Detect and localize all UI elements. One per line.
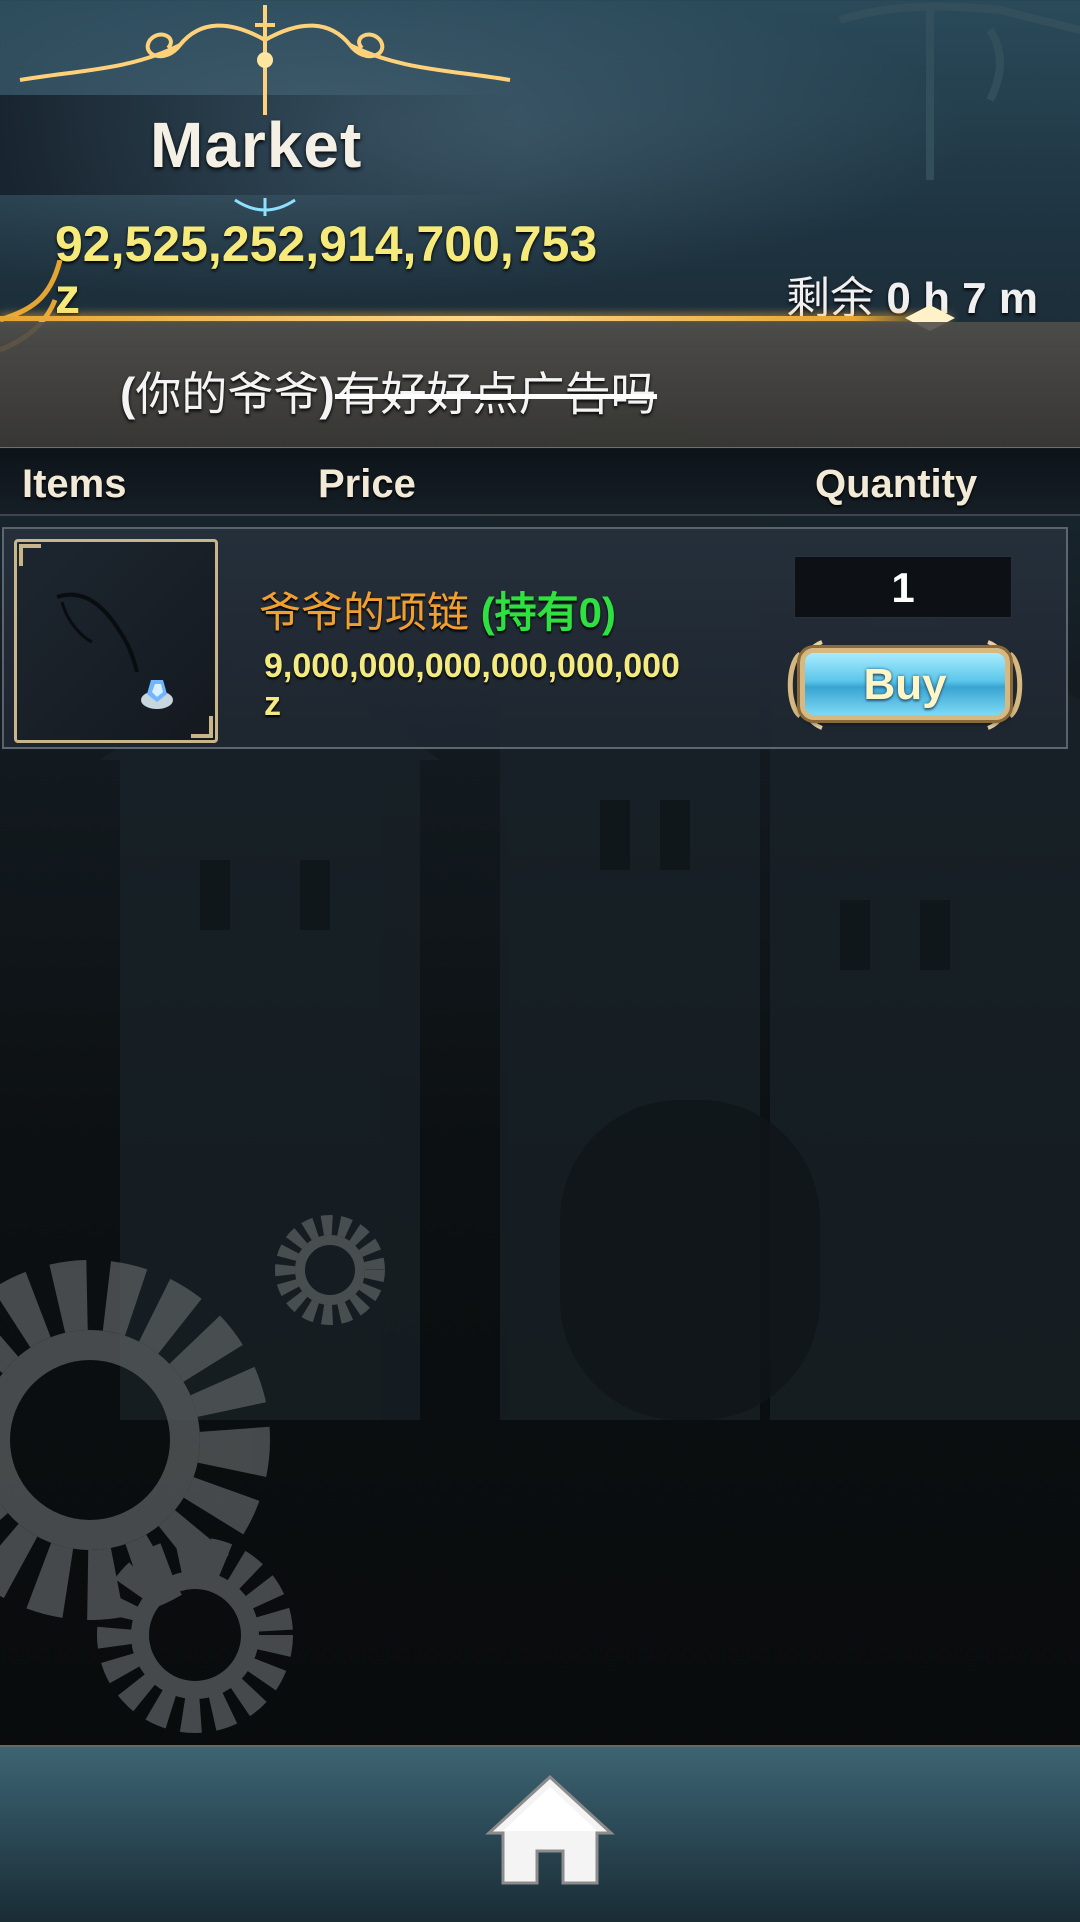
notice-struck: 有好好点广告吗: [334, 368, 657, 420]
notice-normal: 你的爷爷: [135, 368, 320, 420]
column-headers: Items Price Quantity: [0, 448, 1080, 516]
item-thumbnail[interactable]: [14, 539, 218, 743]
quantity-input[interactable]: 1: [794, 556, 1012, 618]
notice-open-paren: (: [120, 368, 136, 420]
home-icon[interactable]: [485, 1773, 615, 1888]
column-items: Items: [22, 462, 127, 506]
page-title: Market: [150, 109, 363, 181]
thumb-corner-icon: [19, 544, 41, 566]
item-row: 爷爷的项链 (持有0) 9,000,000,000,000,000,000 z …: [2, 527, 1068, 749]
currency-balance: 92,525,252,914,700,753 z: [55, 218, 655, 322]
buy-button[interactable]: Buy: [782, 634, 1028, 736]
header-divider: [0, 316, 950, 321]
buy-button-label: Buy: [863, 660, 947, 709]
item-price-amount: 9,000,000,000,000,000,000: [264, 647, 680, 685]
item-price-unit: z: [264, 685, 281, 723]
currency-amount: 92,525,252,914,700,753: [55, 216, 598, 272]
market-header: Market 92,525,252,914,700,753 z 剩余 0 h 7…: [0, 0, 1080, 330]
column-quantity: Quantity: [815, 462, 978, 506]
item-name-line: 爷爷的项链 (持有0): [259, 579, 616, 640]
currency-unit: z: [55, 268, 80, 324]
notice-close-paren: ): [319, 368, 335, 420]
item-price: 9,000,000,000,000,000,000 z: [264, 647, 744, 723]
thumb-corner-icon: [191, 716, 213, 738]
notice-text: (你的爷爷)有好好点广告吗: [120, 358, 657, 424]
item-name: 爷爷的项链: [259, 589, 470, 636]
necklace-icon: [56, 592, 173, 709]
item-held-count: (持有0): [480, 589, 617, 636]
column-price: Price: [318, 462, 416, 506]
